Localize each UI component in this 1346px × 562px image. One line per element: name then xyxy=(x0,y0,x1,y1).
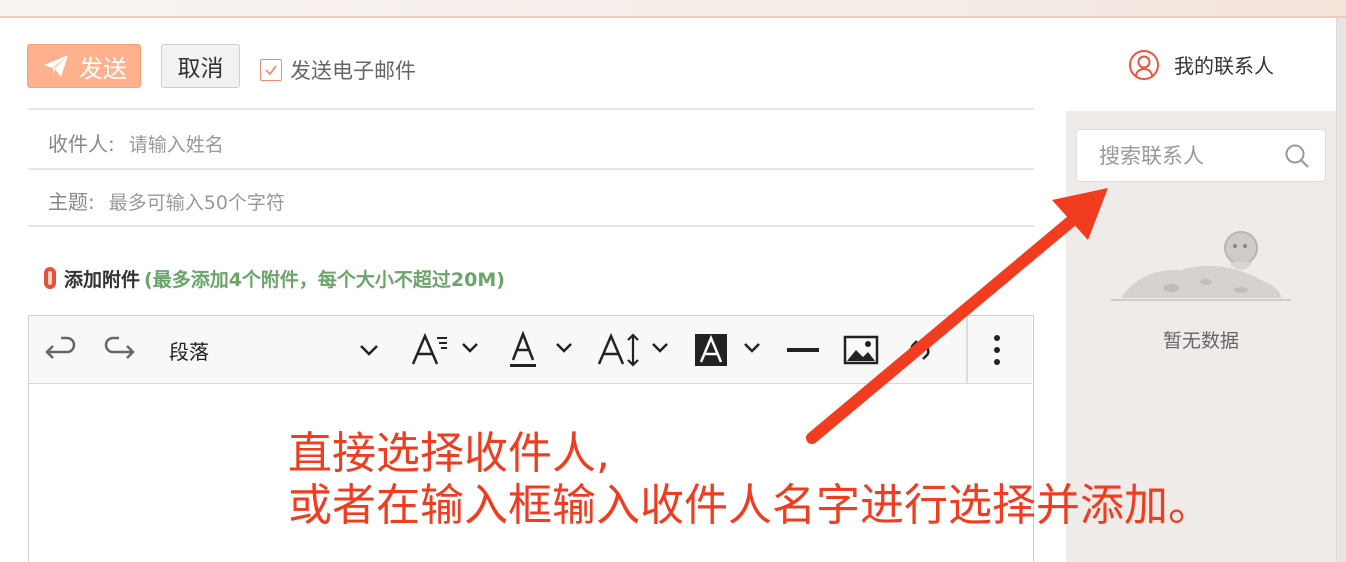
background-color-icon xyxy=(695,334,760,366)
more-icon xyxy=(994,335,1000,365)
paragraph-select[interactable]: 段落 xyxy=(169,330,209,370)
undo-icon xyxy=(45,336,76,359)
contact-search-input[interactable] xyxy=(1099,143,1283,168)
attachment-hint: (最多添加4个附件，每个大小不超过20M) xyxy=(144,268,505,291)
contacts-title: 我的联系人 xyxy=(1174,54,1274,78)
search-icon[interactable] xyxy=(1283,142,1311,170)
annotation-line-2: 或者在输入框输入收件人名字进行选择并添加。 xyxy=(288,480,1212,531)
insert-link-button[interactable] xyxy=(905,330,935,370)
link-icon xyxy=(910,340,930,360)
annotation-text: 直接选择收件人, 或者在输入框输入收件人名字进行选择并添加。 xyxy=(288,428,1212,532)
paper-plane-icon xyxy=(44,55,68,77)
redo-icon xyxy=(104,336,135,359)
line-height-button[interactable] xyxy=(597,330,677,370)
more-options-button[interactable] xyxy=(985,330,1009,370)
top-bar xyxy=(0,0,1346,18)
add-attachment-label: 添加附件 xyxy=(64,268,141,291)
contacts-header: 我的联系人 xyxy=(1066,18,1336,111)
recipient-label: 收件人: xyxy=(48,132,115,156)
background-color-button[interactable] xyxy=(693,330,769,370)
insert-image-button[interactable] xyxy=(843,330,879,370)
send-email-label: 发送电子邮件 xyxy=(290,59,416,83)
scrollbar-track[interactable] xyxy=(1336,18,1346,562)
empty-state-illustration xyxy=(1111,231,1291,301)
toolbar-divider xyxy=(966,316,968,384)
recipient-input[interactable] xyxy=(128,134,729,156)
undo-button[interactable] xyxy=(43,330,79,370)
font-color-button[interactable] xyxy=(507,330,579,370)
font-size-icon xyxy=(411,332,478,365)
send-email-checkbox[interactable] xyxy=(260,59,282,81)
font-size-button[interactable] xyxy=(409,330,481,370)
line-height-icon xyxy=(597,332,668,367)
font-color-icon xyxy=(510,330,572,367)
subject-label: 主题: xyxy=(48,190,95,214)
recipient-row: 收件人: xyxy=(48,128,729,157)
subject-input[interactable] xyxy=(108,192,709,214)
image-icon xyxy=(843,335,879,365)
cancel-button[interactable]: 取消 xyxy=(161,44,240,88)
annotation-line-1: 直接选择收件人, xyxy=(288,428,610,479)
contact-icon xyxy=(1129,49,1159,80)
horizontal-rule-button[interactable] xyxy=(785,330,821,370)
editor-toolbar: 段落 xyxy=(29,316,1032,384)
paragraph-dropdown[interactable] xyxy=(357,330,381,370)
add-attachment[interactable]: 添加附件 (最多添加4个附件，每个大小不超过20M) xyxy=(40,264,505,292)
send-email-option[interactable]: 发送电子邮件 xyxy=(260,55,416,85)
divider xyxy=(28,108,1034,110)
paperclip-icon xyxy=(44,267,56,289)
send-button[interactable]: 发送 xyxy=(27,44,141,88)
subject-row: 主题: xyxy=(48,186,709,215)
chevron-down-icon xyxy=(360,345,378,356)
checkmark-icon xyxy=(265,65,277,76)
send-button-label: 发送 xyxy=(79,54,127,83)
paragraph-label: 段落 xyxy=(169,339,209,364)
empty-state-text: 暂无数据 xyxy=(1162,330,1239,352)
redo-button[interactable] xyxy=(101,330,137,370)
horizontal-rule-icon xyxy=(787,348,819,352)
divider xyxy=(28,168,1034,170)
divider xyxy=(28,225,1034,227)
contact-search-box[interactable] xyxy=(1076,129,1326,182)
